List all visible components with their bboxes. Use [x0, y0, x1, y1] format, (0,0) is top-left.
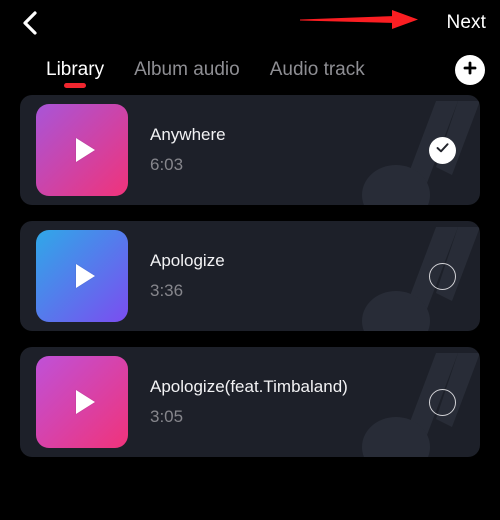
track-select-toggle[interactable]: [429, 388, 456, 416]
play-icon: [75, 264, 95, 288]
plus-icon: [461, 59, 479, 82]
tab-bar: Library Album audio Audio track: [0, 45, 500, 95]
tab-library[interactable]: Library: [44, 45, 106, 95]
track-row[interactable]: Anywhere 6:03: [20, 95, 480, 205]
track-thumbnail: [36, 104, 128, 196]
top-bar: Next: [0, 0, 500, 45]
track-meta: Apologize 3:36: [150, 250, 429, 302]
track-meta: Anywhere 6:03: [150, 124, 429, 176]
track-title: Anywhere: [150, 125, 226, 144]
tab-library-label: Library: [46, 59, 105, 80]
track-row[interactable]: Apologize 3:36: [20, 221, 480, 331]
track-select-toggle[interactable]: [429, 262, 456, 290]
chevron-left-icon: [21, 9, 39, 37]
audio-picker-screen: Next Library Album audio Audio track Any…: [0, 0, 500, 520]
track-select-toggle[interactable]: [429, 136, 456, 164]
track-list: Anywhere 6:03 Apologize 3:36 Apologize(f…: [0, 95, 500, 520]
tab-active-indicator: [64, 83, 87, 88]
check-circle-icon: [434, 139, 451, 161]
tab-album-audio-label: Album audio: [134, 59, 240, 80]
track-duration: 6:03: [150, 155, 184, 174]
track-title: Apologize(feat.Timbaland): [150, 377, 348, 396]
track-duration: 3:36: [150, 281, 184, 300]
track-duration: 3:05: [150, 407, 184, 426]
next-label: Next: [446, 11, 486, 33]
track-title: Apologize: [150, 251, 225, 270]
tab-audio-track-label: Audio track: [269, 59, 365, 80]
back-button[interactable]: [8, 0, 52, 45]
tab-audio-track[interactable]: Audio track: [268, 45, 367, 95]
play-icon: [75, 390, 95, 414]
track-meta: Apologize(feat.Timbaland) 3:05: [150, 376, 429, 428]
tab-album-audio[interactable]: Album audio: [132, 45, 242, 95]
track-row[interactable]: Apologize(feat.Timbaland) 3:05: [20, 347, 480, 457]
tab-list: Library Album audio Audio track: [44, 45, 367, 95]
red-arrow-annotation: [300, 6, 432, 32]
add-audio-button[interactable]: [455, 55, 485, 85]
play-icon: [75, 138, 95, 162]
track-thumbnail: [36, 230, 128, 322]
next-button[interactable]: Next: [447, 0, 486, 45]
track-thumbnail: [36, 356, 128, 448]
